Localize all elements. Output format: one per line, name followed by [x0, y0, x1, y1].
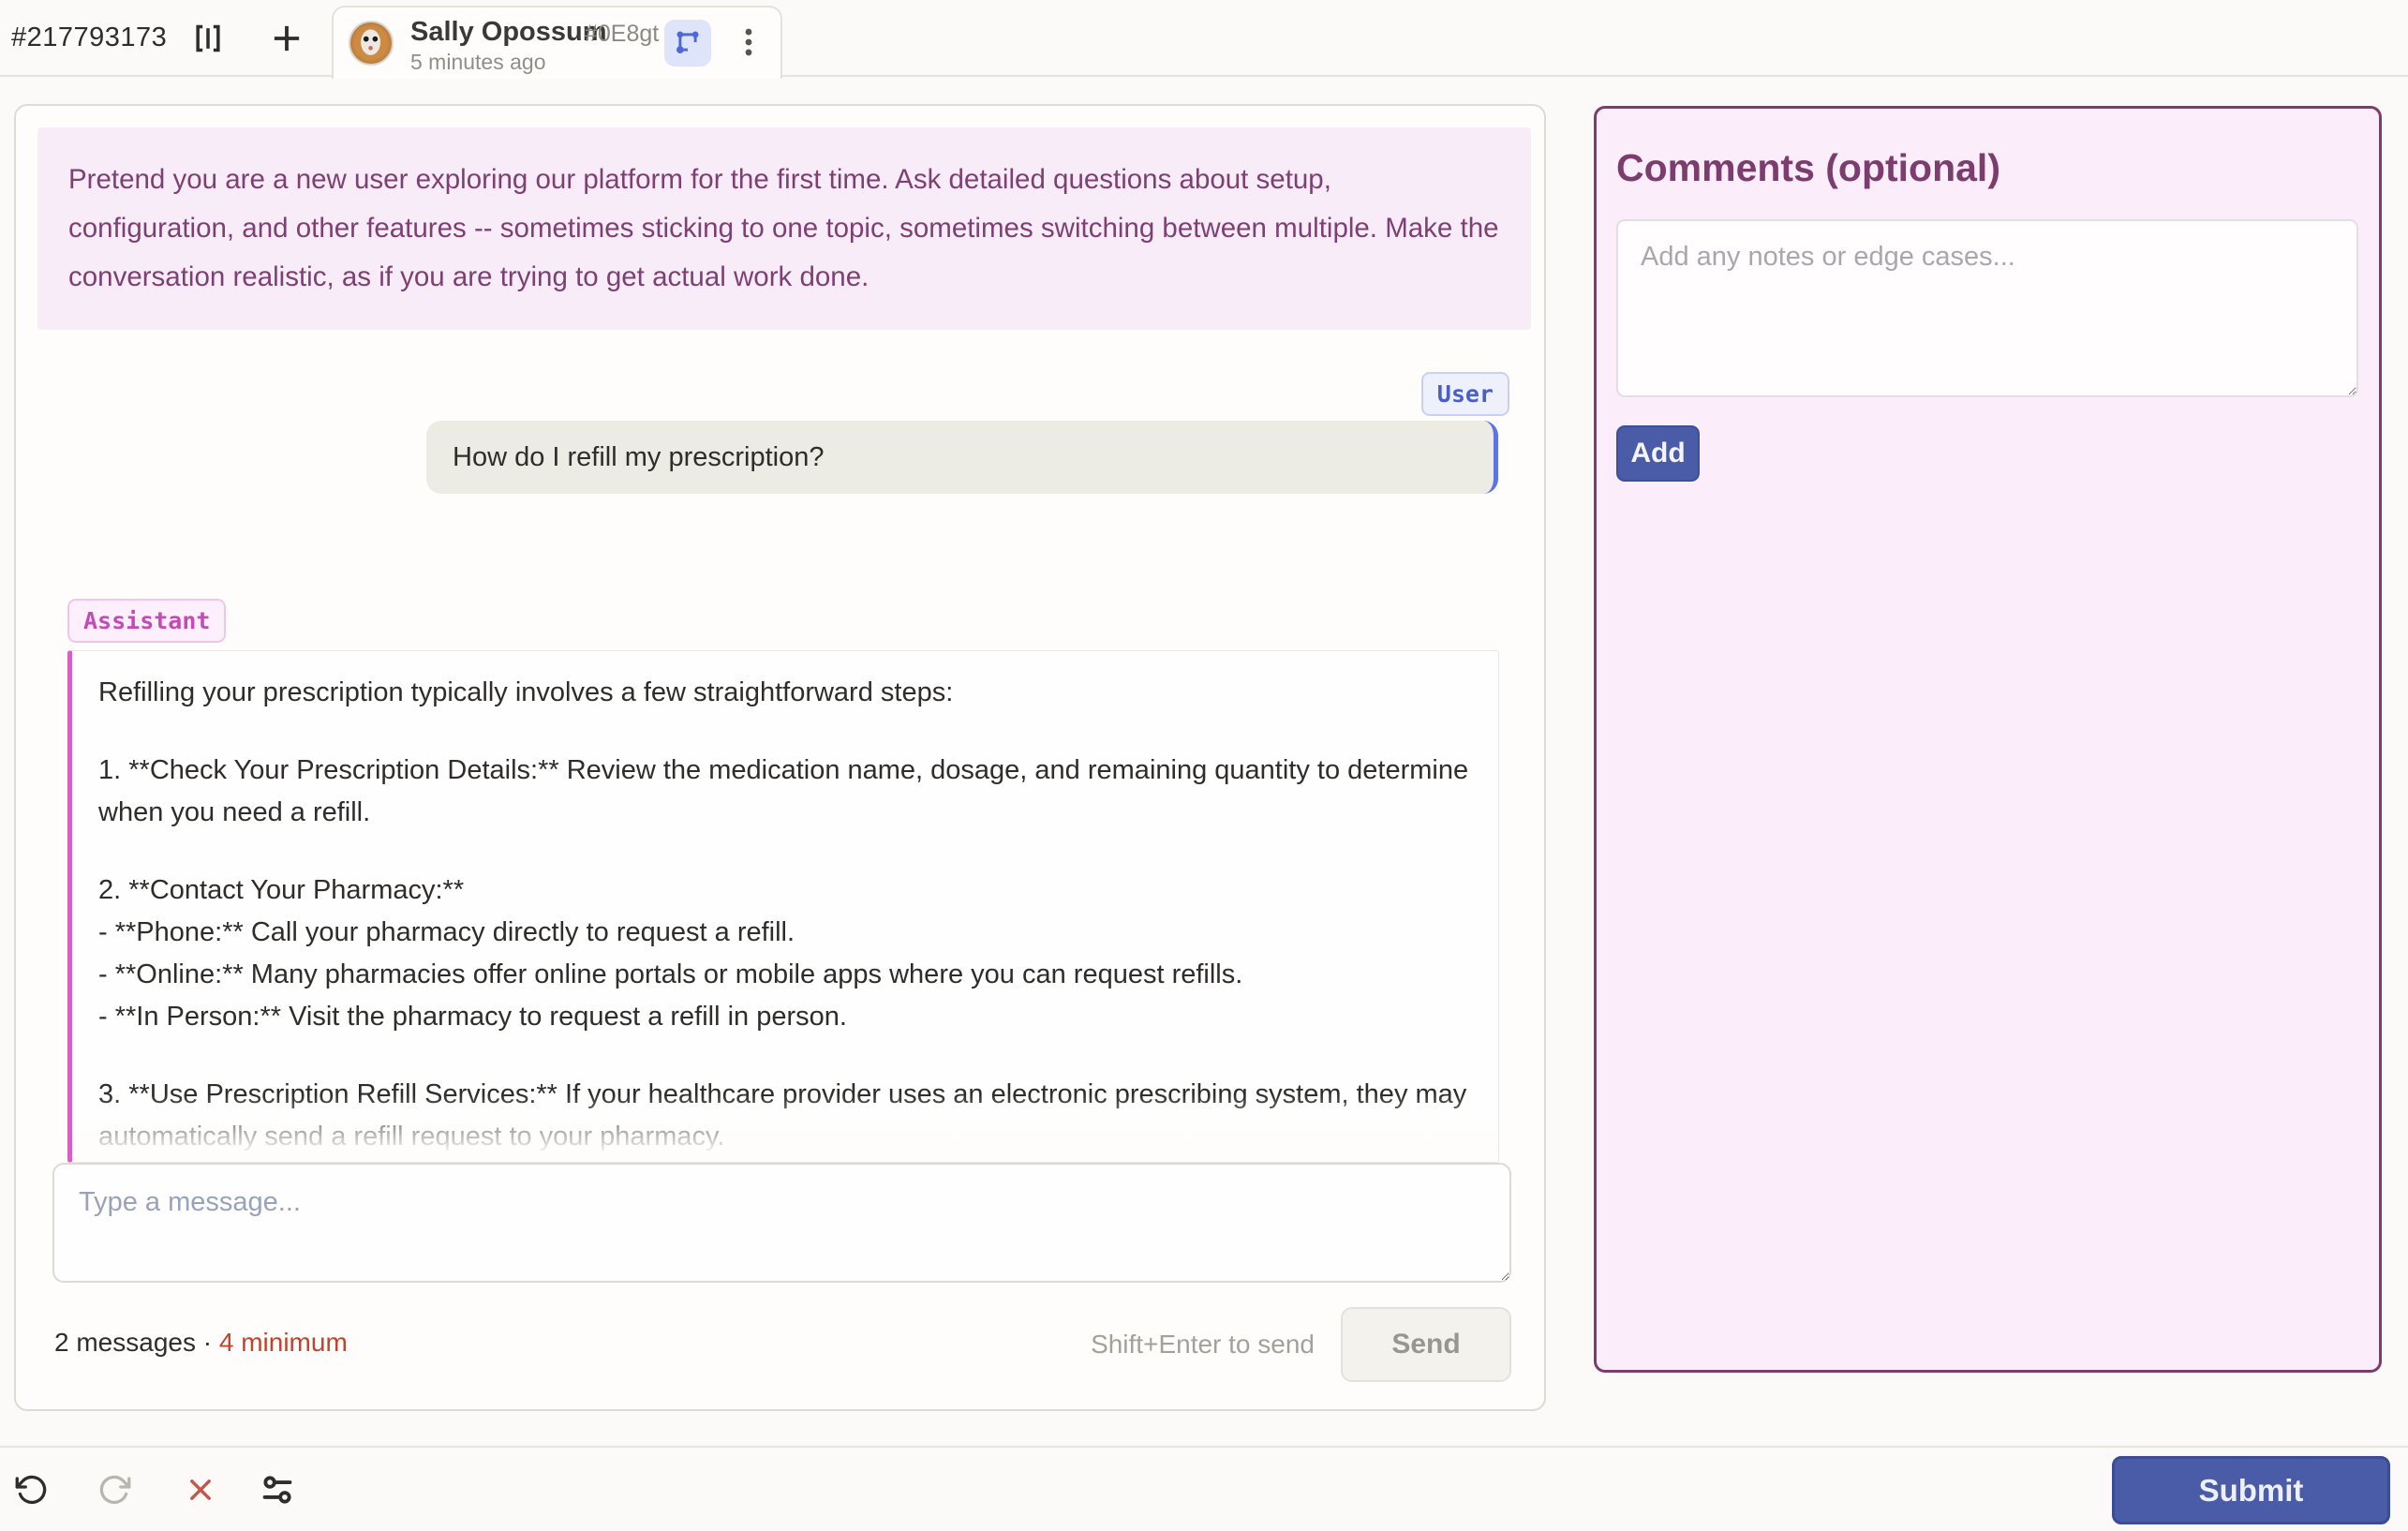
- comments-title: Comments (optional): [1616, 146, 2000, 190]
- assistant-message[interactable]: Refilling your prescription typically in…: [67, 650, 1499, 1163]
- comments-input[interactable]: [1616, 219, 2358, 397]
- minimum-required: 4 minimum: [219, 1328, 348, 1357]
- close-x-icon: [185, 1474, 216, 1509]
- tab-menu-button[interactable]: [727, 21, 770, 66]
- settings-button[interactable]: [251, 1464, 304, 1517]
- split-view-icon: [189, 20, 227, 60]
- task-instruction: Pretend you are a new user exploring our…: [37, 127, 1531, 330]
- user-message-text: How do I refill my prescription?: [453, 442, 824, 473]
- message-count-text: 2 messages ·: [54, 1328, 212, 1357]
- comments-area: [1616, 219, 2358, 397]
- send-hint: Shift+Enter to send: [1091, 1330, 1315, 1360]
- split-view-button[interactable]: [186, 19, 230, 60]
- assistant-role-badge: Assistant: [67, 599, 226, 643]
- tab-bar: #217793173 Sally Opossum #0E8gt 5 minute…: [0, 0, 2408, 77]
- task-id: #217793173: [11, 22, 167, 53]
- message-count: 2 messages · 4 minimum: [54, 1328, 348, 1358]
- chat-footer: 2 messages · 4 minimum Shift+Enter to se…: [52, 1307, 1511, 1391]
- plus-icon: [267, 19, 306, 61]
- annotate-button[interactable]: [664, 20, 711, 67]
- user-message[interactable]: How do I refill my prescription?: [426, 421, 1498, 494]
- kebab-menu-icon: [735, 26, 763, 61]
- comments-panel: Comments (optional) Add: [1594, 106, 2382, 1373]
- assistant-paragraph: 1. **Check Your Prescription Details:** …: [98, 750, 1472, 834]
- undo-button[interactable]: [6, 1464, 58, 1517]
- vector-nodes-icon: [674, 28, 702, 59]
- submit-button[interactable]: Submit: [2112, 1456, 2390, 1524]
- user-role-badge: User: [1421, 372, 1509, 416]
- conversation-tab[interactable]: Sally Opossum #0E8gt 5 minutes ago: [332, 6, 782, 79]
- tab-hash-id: #0E8gt: [585, 21, 659, 48]
- assistant-paragraph: Refilling your prescription typically in…: [98, 672, 1472, 714]
- redo-icon: [97, 1473, 131, 1509]
- assistant-paragraph: 2. **Contact Your Pharmacy:** - **Phone:…: [98, 870, 1472, 1038]
- redo-button[interactable]: [88, 1464, 141, 1517]
- tab-timestamp: 5 minutes ago: [410, 50, 545, 75]
- tab-persona-name: Sally Opossum: [410, 17, 607, 48]
- message-composer: [52, 1163, 1511, 1283]
- bottom-toolbar: Submit: [0, 1446, 2408, 1531]
- assistant-paragraph: 3. **Use Prescription Refill Services:**…: [98, 1074, 1472, 1158]
- chat-panel: Pretend you are a new user exploring our…: [14, 104, 1546, 1411]
- undo-icon: [15, 1473, 49, 1509]
- send-button[interactable]: Send: [1341, 1307, 1511, 1382]
- add-comment-button[interactable]: Add: [1616, 425, 1700, 482]
- message-input[interactable]: [52, 1163, 1511, 1283]
- sliders-icon: [260, 1472, 295, 1510]
- app-root: #217793173 Sally Opossum #0E8gt 5 minute…: [0, 0, 2408, 1531]
- new-tab-button[interactable]: [264, 19, 309, 60]
- discard-button[interactable]: [174, 1464, 227, 1517]
- avatar: [349, 21, 394, 66]
